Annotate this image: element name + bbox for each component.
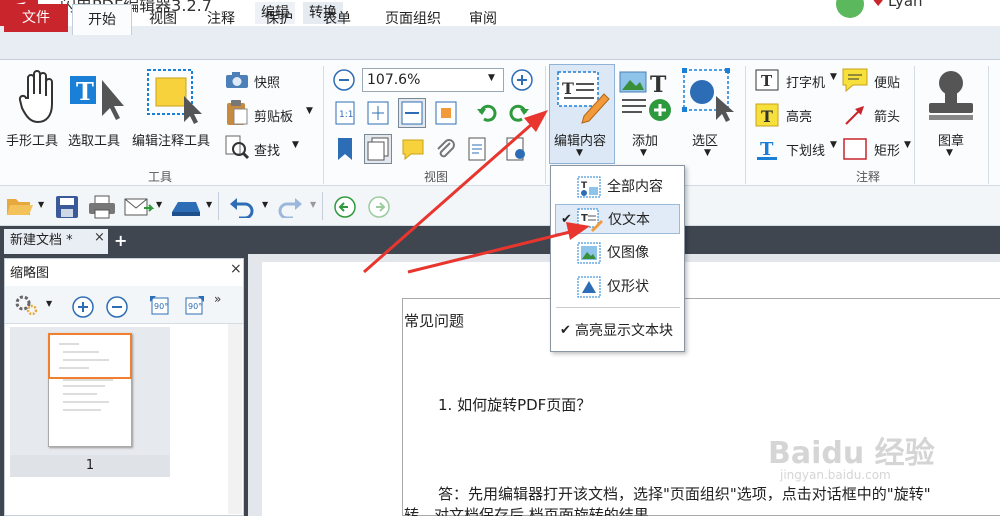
app-window: 闪电PDF编辑器3.2.7 编辑 转换 ♥ Lyan 文件 开始 视图 注释 保…	[0, 0, 1000, 516]
annotation-arrows-overlay	[363, 110, 590, 274]
red-arrow-edit-content	[363, 110, 548, 274]
red-arrow-text-only	[407, 222, 590, 274]
